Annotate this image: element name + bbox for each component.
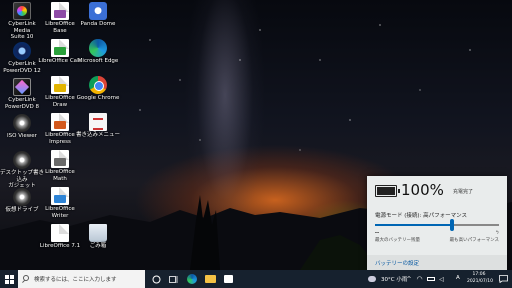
desktop-icon-label: ごみ箱 [89,243,107,249]
slider-right-caption: 最も高いパフォーマンス [449,238,499,243]
slider-fill [375,224,452,226]
desktop-icon-label: CyberLink PowerDVD 8 [4,97,39,110]
ime-indicator[interactable]: A [456,275,460,281]
libreoffice-base-icon [51,2,69,20]
cyberlink-media-suite-icon [13,2,31,20]
windows-logo-icon [4,274,14,284]
clock-date: 2021/07/10 [467,278,493,284]
desktop-icon-recycle-bin[interactable]: ごみ箱 [76,224,120,264]
folder-icon [204,275,216,283]
iso-viewer-icon [13,114,31,132]
battery-saver-icon: ⎓ [375,230,379,236]
virtual-drive-icon [13,188,31,206]
libreoffice-writer-icon [51,187,69,205]
power-mode-label: 電源モード (接続): 高パフォーマンス [375,213,468,219]
desktop-icon-label: 書き込みメニュー [76,132,121,138]
tray-network[interactable]: ◠ [414,270,425,288]
desktop-icon-label: Microsoft Edge [77,58,119,64]
tray-volume[interactable]: ◁ [436,270,447,288]
desktop-icon-label: Google Chrome [76,95,120,101]
taskbar: 検索するには、ここに入力します 30°C 小雨 ^ ◠ ◁ A 17:06 20… [0,270,512,288]
recycle-bin-icon [89,224,107,242]
chevron-up-icon: ^ [406,275,412,283]
desktop-icon-label: CyberLink PowerDVD 12 [3,61,41,74]
powerdirector-icon [13,78,31,96]
desktop-icon-libreoffice-math[interactable]: LibreOffice Math [38,150,82,190]
performance-icon: ϟ [495,230,499,236]
weather-widget-icon-wrap[interactable] [363,270,381,288]
panda-dome-icon: ● [89,2,107,20]
taskbar-store[interactable] [219,270,237,288]
libreoffice-impress-icon [51,113,69,131]
desktop-icon-label: LibreOffice Writer [45,206,75,219]
task-view-icon [169,275,178,283]
desktop-icon-label: 仮想ドライブ [5,207,39,213]
battery-percent: 100% [401,181,444,199]
battery-flyout: 100% 充電完了 電源モード (接続): 高パフォーマンス ⎓ ϟ 最大のバッ… [367,176,507,270]
cortana-button[interactable] [147,270,165,288]
power-mode-slider[interactable] [375,219,499,231]
battery-settings-label: バッテリーの設定 [375,261,420,267]
desktop-icon-label: LibreOffice 7.1 [39,243,81,249]
powerdvd-icon [13,42,31,60]
slider-thumb[interactable] [449,219,454,231]
battery-settings-link[interactable]: バッテリーの設定 [367,255,507,270]
libreoffice-math-icon [51,150,69,168]
libreoffice-calc-icon [51,39,69,57]
cortana-icon [152,275,160,283]
edge-icon [89,39,107,57]
search-input[interactable]: 検索するには、ここに入力します [18,270,145,288]
slider-left-caption: 最大のバッテリー残量 [375,238,420,243]
battery-icon [375,185,400,197]
desktop-icon-panda-dome[interactable]: ● Panda Dome [76,2,120,42]
start-button[interactable] [0,270,18,288]
search-placeholder: 検索するには、ここに入力します [34,277,117,283]
clock[interactable]: 17:06 2021/07/10 [467,272,493,285]
speaker-icon: ◁ [439,275,444,283]
desktop-icon-libreoffice-writer[interactable]: LibreOffice Writer [38,187,82,227]
action-center-button[interactable] [494,270,512,288]
desktop-icon-label: Panda Dome [80,21,116,27]
libreoffice-draw-icon [51,76,69,94]
burn-menu-icon [89,113,107,131]
notification-icon [498,275,508,283]
task-view-button[interactable] [165,270,183,288]
chrome-icon [89,76,107,94]
desktop-icon-label: LibreOffice Math [45,169,75,182]
battery-status: 充電完了 [453,189,474,195]
store-icon [223,275,233,283]
desktop-burning-gadget-icon [13,151,31,169]
desktop-icon-label: ISO Viewer [7,133,37,139]
edge-icon [187,274,197,284]
desktop-icon-edge[interactable]: Microsoft Edge [76,39,120,79]
tray-overflow-button[interactable]: ^ [404,270,414,288]
taskbar-file-explorer[interactable] [201,270,219,288]
tray-battery[interactable] [425,270,436,288]
taskbar-edge[interactable] [183,270,201,288]
desktop-icon-burn-menu[interactable]: 書き込みメニュー [76,113,120,153]
desktop-icon-chrome[interactable]: Google Chrome [76,76,120,116]
wifi-icon: ◠ [416,275,423,283]
battery-icon [426,277,435,281]
search-icon [23,275,29,281]
libreoffice-icon [51,224,69,242]
weather-icon [368,276,376,282]
